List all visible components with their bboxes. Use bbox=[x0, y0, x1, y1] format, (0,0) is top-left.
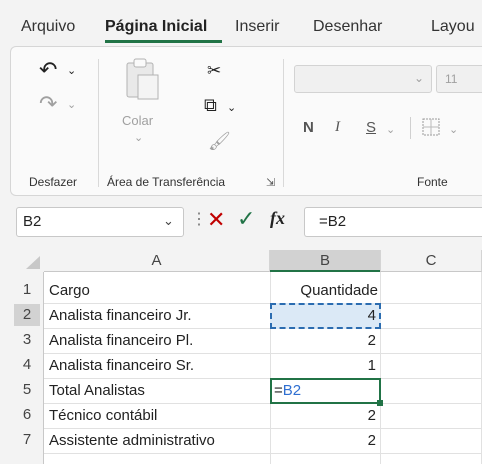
cell-b3[interactable]: 2 bbox=[270, 330, 376, 352]
font-name-select[interactable]: ⌄ bbox=[294, 65, 432, 93]
cell-a1[interactable]: Cargo bbox=[49, 280, 90, 302]
row-header-1[interactable]: 1 bbox=[14, 279, 40, 301]
column-header-a[interactable]: A bbox=[44, 250, 270, 272]
ribbon-tabs: Arquivo Página Inicial Inserir Desenhar … bbox=[0, 0, 482, 46]
cell-b7[interactable]: 2 bbox=[270, 430, 376, 452]
name-box-value: B2 bbox=[23, 213, 42, 230]
gridline bbox=[44, 353, 482, 354]
cell-b1[interactable]: Quantidade bbox=[270, 280, 378, 302]
undo-dropdown-icon[interactable]: ⌄ bbox=[67, 64, 76, 77]
worksheet-grid: A B C 1 2 3 4 5 6 7 Cargo Analista finan… bbox=[14, 250, 482, 464]
gridline bbox=[44, 303, 482, 304]
cell-a3[interactable]: Analista financeiro Pl. bbox=[49, 330, 193, 352]
cell-a5[interactable]: Total Analistas bbox=[49, 380, 145, 402]
row-header-4[interactable]: 4 bbox=[14, 354, 40, 376]
cell-a6[interactable]: Técnico contábil bbox=[49, 405, 157, 427]
paste-label: Colar bbox=[122, 113, 154, 128]
redo-dropdown-icon[interactable]: ⌄ bbox=[67, 98, 76, 111]
font-size-value: 11 bbox=[445, 72, 458, 86]
font-dropdown-icon: ⌄ bbox=[413, 71, 424, 85]
more-options-icon[interactable]: ⋮ bbox=[191, 209, 207, 229]
formula-equals: = bbox=[274, 382, 283, 399]
underline-button[interactable]: S bbox=[366, 119, 376, 136]
bold-button[interactable]: N bbox=[303, 119, 314, 136]
font-separator bbox=[410, 117, 411, 139]
gridline bbox=[380, 272, 381, 464]
group-separator bbox=[283, 59, 284, 187]
font-group-label: Fonte bbox=[417, 175, 448, 189]
gridline bbox=[44, 428, 482, 429]
gridline bbox=[44, 378, 482, 379]
format-painter-icon[interactable]: 🖌 bbox=[208, 131, 231, 152]
tab-pagina-inicial[interactable]: Página Inicial bbox=[105, 18, 207, 36]
row-header-7[interactable]: 7 bbox=[14, 429, 40, 451]
font-size-select[interactable]: 11 bbox=[436, 65, 482, 93]
paste-button[interactable]: Colar ⌄ bbox=[119, 57, 163, 157]
borders-dropdown-icon[interactable]: ⌄ bbox=[449, 123, 458, 136]
insert-function-button[interactable]: fx bbox=[270, 208, 285, 229]
row-header-6[interactable]: 6 bbox=[14, 404, 40, 426]
enter-icon[interactable]: ✓ bbox=[237, 206, 255, 232]
cell-b6[interactable]: 2 bbox=[270, 405, 376, 427]
tab-arquivo[interactable]: Arquivo bbox=[21, 18, 75, 36]
cut-icon[interactable]: ✂ bbox=[207, 61, 221, 81]
redo-icon[interactable]: ↷ bbox=[39, 91, 57, 117]
copy-dropdown-icon[interactable]: ⌄ bbox=[227, 101, 236, 114]
formula-input[interactable]: =B2 bbox=[304, 207, 482, 237]
group-separator bbox=[98, 59, 99, 187]
name-box-dropdown-icon[interactable]: ⌄ bbox=[163, 213, 174, 229]
gridline bbox=[44, 328, 482, 329]
formula-reference: B2 bbox=[282, 382, 302, 399]
fill-handle[interactable] bbox=[377, 400, 383, 406]
tab-desenhar[interactable]: Desenhar bbox=[313, 18, 382, 36]
cell-b5[interactable]: =B2 bbox=[274, 380, 301, 402]
cell-a7[interactable]: Assistente administrativo bbox=[49, 430, 215, 452]
tab-inserir[interactable]: Inserir bbox=[235, 18, 279, 36]
undo-group-label: Desfazer bbox=[29, 175, 78, 189]
cell-a4[interactable]: Analista financeiro Sr. bbox=[49, 355, 194, 377]
cell-a2[interactable]: Analista financeiro Jr. bbox=[49, 305, 192, 327]
paste-dropdown-icon: ⌄ bbox=[134, 132, 144, 144]
clipboard-icon bbox=[126, 58, 159, 100]
tab-layout[interactable]: Layou bbox=[431, 18, 475, 36]
undo-icon[interactable]: ↶ bbox=[39, 57, 57, 83]
column-header-b[interactable]: B bbox=[270, 250, 380, 272]
column-header-c[interactable]: C bbox=[380, 250, 482, 272]
cancel-icon[interactable]: ✕ bbox=[207, 207, 225, 233]
row-header-2[interactable]: 2 bbox=[14, 304, 40, 326]
name-box[interactable]: B2 ⌄ bbox=[16, 207, 184, 237]
row-header-3[interactable]: 3 bbox=[14, 329, 40, 351]
underline-dropdown-icon[interactable]: ⌄ bbox=[386, 123, 395, 136]
cell-b4[interactable]: 1 bbox=[270, 355, 376, 377]
borders-icon[interactable] bbox=[421, 117, 441, 137]
gridline bbox=[44, 453, 482, 454]
clipboard-group-label: Área de Transferência bbox=[107, 175, 226, 189]
italic-button[interactable]: I bbox=[335, 119, 340, 136]
select-all-corner[interactable] bbox=[14, 250, 44, 272]
active-tab-indicator bbox=[105, 40, 222, 43]
gridline bbox=[44, 403, 482, 404]
cell-b2[interactable]: 4 bbox=[270, 305, 376, 327]
copy-icon[interactable]: ⧉ bbox=[204, 95, 217, 116]
dialog-launcher-icon[interactable]: ⇲ bbox=[266, 176, 275, 189]
ribbon-panel: ↶ ⌄ ↷ ⌄ Desfazer Colar ⌄ ✂ ⧉ ⌄ 🖌 Área de… bbox=[10, 46, 482, 196]
row-header-5[interactable]: 5 bbox=[14, 379, 40, 401]
formula-text: =B2 bbox=[319, 213, 347, 230]
